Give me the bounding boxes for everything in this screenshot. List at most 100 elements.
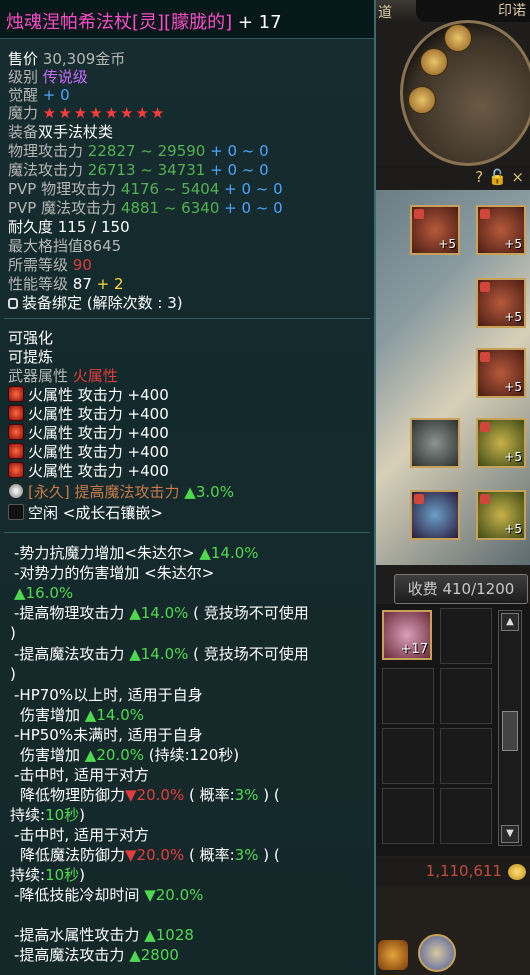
- effect-value: ▲14.0%: [199, 544, 259, 562]
- price-label: 售价: [8, 50, 39, 68]
- equip-slot-1[interactable]: +5: [410, 205, 460, 255]
- effect-text: -提高魔法攻击力: [14, 645, 125, 663]
- effect-note-close: ): [10, 665, 16, 683]
- menu-tab-left[interactable]: 道: [378, 2, 408, 21]
- map-lock-icon[interactable]: [420, 48, 448, 76]
- map-portal-icon[interactable]: [444, 24, 472, 52]
- stat-label: 魔法攻击力: [8, 161, 84, 179]
- location-label: 印诺: [416, 0, 530, 22]
- effect-value: ▲2800: [129, 946, 179, 964]
- perm-value: ▲3.0%: [184, 483, 234, 501]
- fire-rune-icon: [8, 462, 24, 478]
- effect-prob-label: ( 概率:: [188, 846, 235, 864]
- inventory-item-staff[interactable]: +17: [382, 610, 432, 660]
- inventory-cell[interactable]: [382, 668, 434, 724]
- map-controls[interactable]: ? 🔓 ×: [376, 166, 530, 188]
- effect-dur-close: ): [79, 866, 86, 884]
- chest-icon[interactable]: [378, 940, 408, 970]
- effect-value: ▲14.0%: [84, 706, 144, 724]
- stat-range: 26713 ~ 34731: [87, 161, 206, 179]
- element-value: 火属性: [72, 367, 118, 385]
- equip-slot-6[interactable]: +5: [476, 490, 526, 540]
- equip-slot-orb[interactable]: [410, 418, 460, 468]
- awaken-value: + 0: [42, 86, 70, 104]
- top-menu-bar: 道 印诺: [376, 0, 530, 22]
- effect-prob-close: ) (: [263, 846, 280, 864]
- rune-line: 火属性 攻击力 +400: [28, 462, 169, 480]
- inventory-cell[interactable]: [382, 788, 434, 844]
- effect-value: ▼20.0%: [144, 886, 204, 904]
- scroll-up-icon[interactable]: ▲: [501, 613, 519, 631]
- rune-line: 火属性 攻击力 +400: [28, 405, 169, 423]
- effect-dur: 10秒: [45, 866, 80, 884]
- bind-text: 装备绑定 (解除次数 : 3): [22, 294, 183, 312]
- inventory-cell[interactable]: [440, 608, 492, 664]
- max-block: 最大格挡值8645: [8, 237, 122, 255]
- empty-socket-icon: [8, 504, 24, 520]
- magic-label: 魔力: [8, 104, 39, 122]
- tab-fee-storage[interactable]: 收费 410/1200: [394, 574, 528, 604]
- inventory-cell[interactable]: [440, 668, 492, 724]
- effect-dur-label: 持续:: [10, 806, 46, 824]
- effect-text: -HP50%未满时, 适用于自身: [14, 726, 203, 744]
- bottom-shortcuts: [376, 888, 530, 975]
- element-label: 武器属性: [8, 367, 69, 385]
- stat-bonus: + 0 ~ 0: [210, 161, 269, 179]
- inventory-cell[interactable]: [382, 728, 434, 784]
- stat-bonus: + 0 ~ 0: [210, 142, 269, 160]
- effect-sub: 伤害增加: [20, 746, 81, 764]
- rune-line: 火属性 攻击力 +400: [28, 424, 169, 442]
- equip-slot-2[interactable]: +5: [476, 205, 526, 255]
- grade-label: 级别: [8, 68, 39, 86]
- effect-prob: 3%: [234, 786, 259, 804]
- stat-range: 4176 ~ 5404: [120, 180, 220, 198]
- refinable-label: 可提炼: [8, 348, 54, 366]
- scroll-thumb[interactable]: [502, 711, 518, 751]
- map-marker-icon[interactable]: [408, 86, 436, 114]
- equip-slot-4[interactable]: +5: [476, 348, 526, 398]
- divider: [4, 532, 370, 533]
- item-enhance-level: + 17: [237, 12, 282, 33]
- effect-text: -提高物理攻击力: [14, 604, 125, 622]
- rune-line: 火属性 攻击力 +400: [28, 386, 169, 404]
- gold-coin-icon: [508, 864, 526, 880]
- price-value: 30,309金币: [42, 50, 126, 68]
- stat-range: 22827 ~ 29590: [87, 142, 206, 160]
- enhanceable-label: 可强化: [8, 329, 54, 347]
- perf-value: 87: [72, 275, 92, 293]
- lock-icon: [8, 298, 18, 309]
- req-level-label: 所需等级: [8, 256, 69, 274]
- fire-rune-icon: [8, 424, 24, 440]
- book-icon[interactable]: [418, 934, 456, 972]
- effect-dur-close: ): [79, 806, 86, 824]
- equip-slot-weapon[interactable]: [410, 490, 460, 540]
- scroll-down-icon[interactable]: ▼: [501, 825, 519, 843]
- item-title: 烛魂涅帕希法杖[灵][朦胧的] + 17: [6, 8, 282, 34]
- awaken-label: 觉醒: [8, 86, 39, 104]
- stat-label: 物理攻击力: [8, 142, 84, 160]
- effect-value: ▲1028: [144, 926, 194, 944]
- divider: [4, 318, 370, 319]
- stat-label: PVP 物理攻击力: [8, 180, 117, 198]
- effect-sub: 降低物理防御力: [20, 786, 126, 804]
- magic-stars: ★★★★★★★★: [42, 104, 167, 122]
- equip-slot-5[interactable]: +5: [476, 418, 526, 468]
- perf-bonus: + 2: [96, 275, 124, 293]
- inventory-cell[interactable]: [440, 728, 492, 784]
- stat-range: 4881 ~ 6340: [120, 199, 220, 217]
- effect-value: ▲14.0%: [129, 645, 189, 663]
- effect-prob-close: ) (: [263, 786, 280, 804]
- effect-value: ▲20.0%: [84, 746, 144, 764]
- perm-gem-icon: [8, 483, 24, 499]
- effect-dur-label: 持续:: [10, 866, 46, 884]
- inventory-scrollbar[interactable]: ▲ ▼: [498, 610, 522, 846]
- stat-label: PVP 魔法攻击力: [8, 199, 117, 217]
- effect-value: ▲16.0%: [14, 584, 74, 602]
- equip-slot-3[interactable]: +5: [476, 278, 526, 328]
- effect-note-close: ): [10, 624, 16, 642]
- effect-sub: 降低魔法防御力: [20, 846, 126, 864]
- effect-text: -势力抗魔力增加<朱达尔>: [14, 544, 195, 562]
- effect-text: -提高魔法攻击力: [14, 946, 125, 964]
- durability: 耐久度 115 / 150: [8, 218, 130, 236]
- inventory-cell[interactable]: [440, 788, 492, 844]
